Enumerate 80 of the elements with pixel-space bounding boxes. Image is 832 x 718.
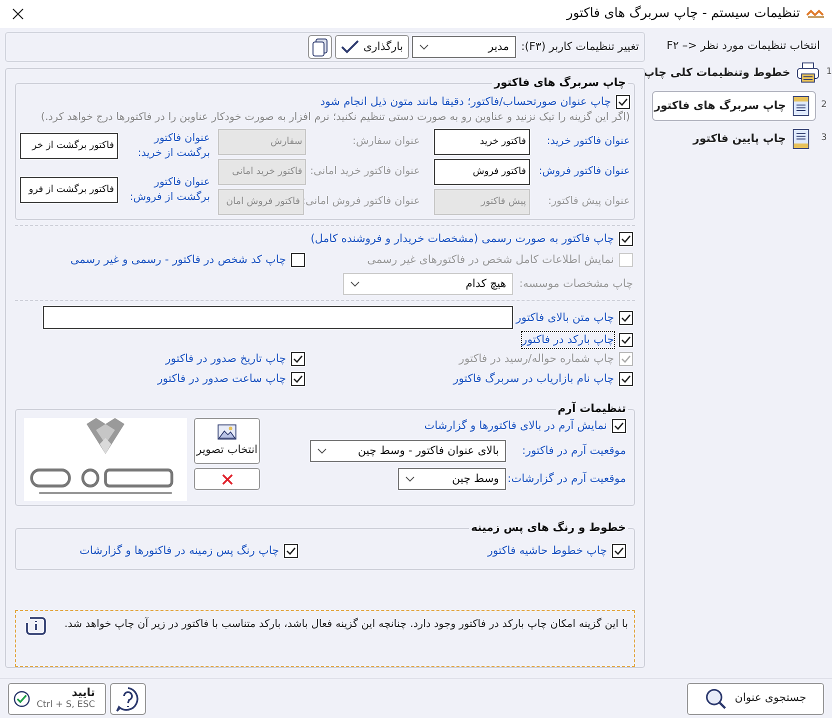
- checkbox-label: چاپ کد شخص در فاکتور - رسمی و غیر رسمی: [70, 252, 286, 268]
- field-label: عنوان فاکتور فروش امانی:: [304, 194, 420, 210]
- field-label: موقعیت آرم در فاکتور:: [520, 442, 626, 459]
- field-label: عنوان فاکتور برگشت از خرید:: [136, 131, 210, 161]
- search-icon: [704, 688, 727, 710]
- app-logo-icon: [806, 9, 826, 19]
- checkbox[interactable]: [616, 95, 630, 109]
- shortcut-text: Ctrl + S, ESC: [36, 698, 95, 710]
- checkbox-label: چاپ شماره حواله/رسید در فاکتور: [459, 351, 614, 367]
- input-field[interactable]: فاکتور برگشت از خر: [20, 133, 118, 159]
- checkbox-label: چاپ بارکد در فاکتور: [522, 332, 614, 348]
- checkbox-label: نمایش آرم در بالای فاکتورها و گزارشات: [424, 418, 607, 434]
- checkbox-label: چاپ عنوان صورتحساب/فاکتور؛ دقیقا مانند متون ذیل انجام شود: [320, 94, 611, 110]
- note-text: (اگر این گزینه را تیک نزنید و عناوین رو به صورت دستی تنظیم نکنید؛ نرم افزار به صورت خودکار عناوین را در فاکتورها درج خواهد کرد.): [40, 110, 630, 125]
- remove-image-button[interactable]: [194, 468, 260, 490]
- search-title-button[interactable]: جستجوی عنوان: [687, 682, 824, 714]
- field-label: عنوان فاکتور خرید:: [546, 134, 630, 150]
- field-label: عنوان فاکتور فروش:: [538, 164, 630, 180]
- field-label: عنوان فاکتور خرید امانی:: [308, 164, 420, 180]
- checkbox-label: چاپ خطوط حاشیه فاکتور: [488, 543, 607, 559]
- checkbox-label: چاپ رنگ پس زمینه در فاکتورها و گزارشات: [80, 543, 279, 559]
- sidebar-item[interactable]: چاپ پایین فاکتور: [652, 124, 816, 154]
- chevron-icon: [317, 448, 327, 454]
- sidebar-item[interactable]: خطوط وتنظیمات کلی چاپ: [642, 58, 826, 88]
- group-title: خطوط و رنگ های پس زمینه: [469, 520, 628, 536]
- checkbox[interactable]: [284, 544, 298, 558]
- field-label: عنوان سفارش:: [351, 134, 420, 150]
- sidebar-item[interactable]: چاپ سربرگ های فاکتور: [652, 91, 816, 121]
- dropdown[interactable]: مدیر: [412, 36, 516, 58]
- input-field[interactable]: فاکتور برگشت از فرو: [20, 177, 118, 203]
- document-icon: [792, 128, 810, 150]
- checkbox[interactable]: [612, 419, 626, 433]
- field-label: عنوان فاکتور برگشت از فروش:: [128, 175, 210, 205]
- printer-icon: [796, 62, 820, 84]
- dropdown[interactable]: هیچ کدام: [343, 273, 514, 295]
- checkbox[interactable]: [291, 352, 305, 366]
- item-number: 1: [826, 66, 832, 80]
- window-title: تنظیمات سیستم - چاپ سربرگ های فاکتور: [566, 4, 800, 24]
- checkbox[interactable]: [291, 372, 305, 386]
- item-number: 2: [820, 99, 828, 112]
- chevron-icon: [350, 281, 360, 287]
- button-label: تایید: [72, 686, 95, 698]
- checkbox[interactable]: [612, 544, 626, 558]
- chevron-icon: [405, 476, 415, 482]
- info-icon: [26, 617, 46, 635]
- sidebar-hint: F۲ –> انتخاب تنظیمات مورد نظر: [666, 38, 821, 54]
- field-label: چاپ مشخصات موسسه:: [519, 276, 633, 292]
- dropdown[interactable]: بالای عنوان فاکتور - وسط چین: [310, 440, 506, 462]
- document-icon: [792, 95, 810, 117]
- checkbox-label: چاپ متن بالای فاکتور: [516, 310, 614, 326]
- close-icon: [222, 474, 232, 484]
- input-field[interactable]: فاکتور خرید: [434, 129, 530, 155]
- info-text: با این گزینه امکان چاپ بارکد در فاکتور وجود دارد. چنانچه این گزینه فعال باشد، بارکد متناسب با فاکتور در زیر آن چاپ خواهد شد.: [63, 617, 628, 632]
- group-title: تنظیمات آرم: [556, 401, 628, 418]
- checkbox[interactable]: [619, 232, 633, 246]
- checkbox-label: چاپ فاکتور به صورت رسمی (مشخصات خریدار و فروشنده کامل): [310, 231, 614, 247]
- load-button[interactable]: بارگذاری: [335, 35, 410, 59]
- input-field[interactable]: فاکتور فروش: [434, 159, 530, 185]
- group-title: چاپ سربرگ های فاکتور: [492, 75, 628, 92]
- checkbox-label: چاپ نام بازاریاب در سربرگ فاکتور: [453, 371, 614, 387]
- checkbox-label: چاپ تاریخ صدور در فاکتور: [166, 351, 286, 367]
- checkbox[interactable]: [619, 372, 633, 386]
- item-number: 3: [820, 132, 828, 146]
- checkbox[interactable]: [619, 310, 633, 324]
- dropdown[interactable]: وسط چین: [398, 468, 506, 490]
- checkbox[interactable]: [619, 333, 633, 347]
- checkbox-label: نمایش اطلاعات کامل شخص در فاکتورهای غیر رسمی: [367, 252, 614, 268]
- user-settings-label: تغییر تنظیمات کاربر (F۳):: [521, 38, 639, 55]
- checkbox[interactable]: [291, 253, 305, 267]
- checkbox-label: چاپ ساعت صدور در فاکتور: [157, 371, 286, 387]
- copy-button[interactable]: [308, 35, 332, 59]
- field-label: عنوان پیش فاکتور:: [546, 194, 630, 210]
- close-icon[interactable]: [12, 8, 24, 20]
- chevron-icon: [419, 44, 430, 50]
- input-field[interactable]: [43, 306, 513, 329]
- field-label: موقعیت آرم در گزارشات:: [506, 470, 626, 487]
- image-icon: [217, 424, 237, 440]
- choose-image-button[interactable]: انتخاب تصویر: [194, 418, 260, 464]
- help-button[interactable]: [110, 682, 146, 714]
- check-icon: [341, 40, 360, 54]
